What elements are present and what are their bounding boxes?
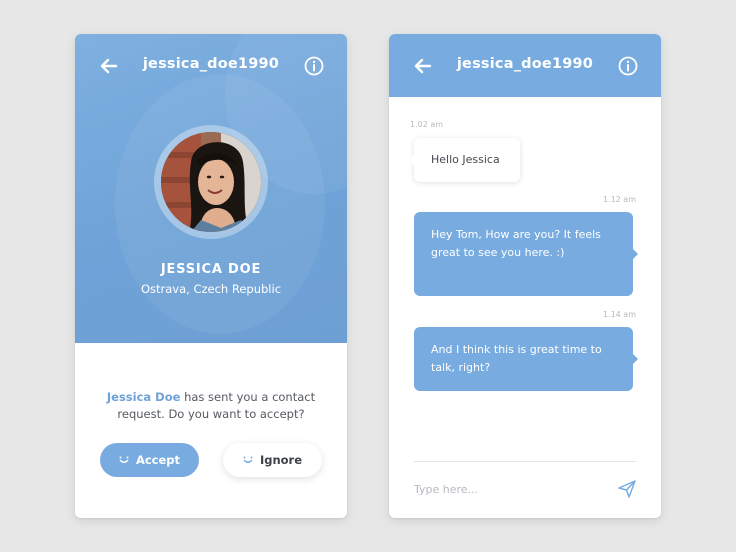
message-bubble-sent[interactable]: Hey Tom, How are you? It feels great to … xyxy=(414,212,638,296)
wink-icon xyxy=(243,453,253,467)
message-timestamp: 1.14 am xyxy=(602,310,636,319)
message-bubble-received[interactable]: Hello Jessica xyxy=(409,138,520,182)
profile-name: JESSICA DOE xyxy=(160,262,262,277)
chat-header: jessica_doe1990 xyxy=(389,34,661,97)
info-icon[interactable] xyxy=(303,55,325,77)
ignore-label: Ignore xyxy=(259,453,303,467)
info-icon[interactable] xyxy=(617,55,639,77)
smile-icon xyxy=(119,453,129,467)
avatar[interactable] xyxy=(161,132,261,232)
paper-plane-icon[interactable] xyxy=(617,479,637,499)
profile-hero-banner: jessica_doe1990 JESSICA DOE Ostrava, Cze… xyxy=(75,34,347,343)
message-list[interactable]: 1.02 am Hello Jessica 1.12 am Hey Tom, H… xyxy=(389,97,661,457)
message-timestamp: 1.02 am xyxy=(410,120,444,129)
contact-request-message: Jessica Doe has sent you a contact reque… xyxy=(97,389,325,423)
accept-button[interactable]: Accept xyxy=(100,443,199,477)
profile-header: jessica_doe1990 xyxy=(75,34,347,97)
composer-divider xyxy=(414,461,636,462)
profile-location: Ostrava, Czech Republic xyxy=(140,282,282,296)
profile-card: jessica_doe1990 JESSICA DOE Ostrava, Cze… xyxy=(75,34,347,518)
request-sender-link[interactable]: Jessica Doe xyxy=(107,390,181,404)
message-input[interactable] xyxy=(414,477,594,501)
accept-label: Accept xyxy=(135,453,181,467)
ignore-button[interactable]: Ignore xyxy=(223,443,322,477)
message-timestamp: 1.12 am xyxy=(602,195,636,204)
chat-card: jessica_doe1990 1.02 am Hello Jessica 1.… xyxy=(389,34,661,518)
message-bubble-sent[interactable]: And I think this is great time to talk, … xyxy=(414,327,638,391)
